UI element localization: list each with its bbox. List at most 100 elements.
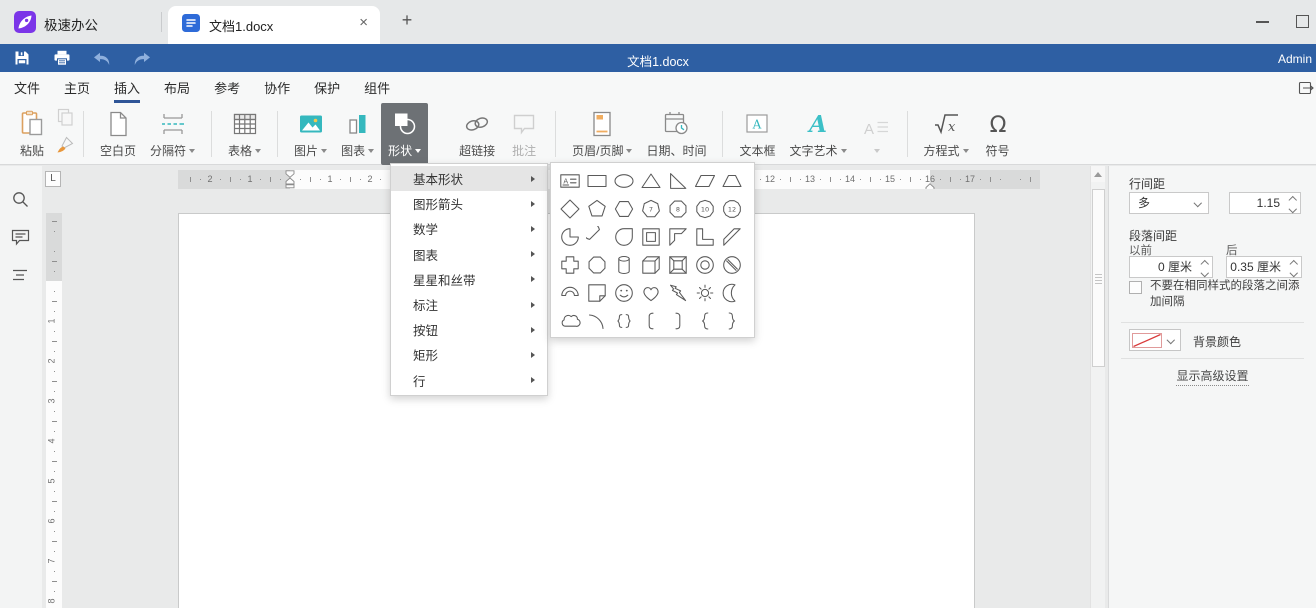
shape-rectangle[interactable] [583,167,610,195]
new-tab-button[interactable]: + [396,10,418,32]
outline-panel-icon[interactable] [11,269,29,287]
menu-item-graphic-arrows[interactable]: 图形箭头 [391,191,547,216]
shape-isosceles-triangle[interactable] [637,167,664,195]
shape-heart[interactable] [637,279,664,307]
shape-octagon[interactable] [583,251,610,279]
menu-item-buttons[interactable]: 按钮 [391,317,547,342]
menu-item-basic-shapes[interactable]: 基本形状 [391,166,547,191]
minimize-button[interactable] [1256,21,1269,23]
format-painter-icon[interactable] [56,136,74,159]
page-break-button[interactable]: 分隔符 [143,103,202,165]
shape-diamond[interactable] [556,195,583,223]
shape-ellipse[interactable] [610,167,637,195]
shape-chord[interactable] [583,223,610,251]
indent-markers[interactable] [285,170,295,189]
app-logo-icon[interactable] [14,11,36,33]
shape-sun[interactable] [691,279,718,307]
shape-hexagon[interactable] [610,195,637,223]
spacing-after-stepper[interactable]: 0.35 厘米 [1226,256,1302,278]
menu-item-stars-and-ribbons[interactable]: 星星和丝带 [391,267,547,292]
shape-donut[interactable] [691,251,718,279]
picture-button[interactable]: 图片 [287,103,334,165]
table-button[interactable]: 表格 [221,103,268,165]
shape-right-brace[interactable] [718,307,745,335]
menu-item-rectangles[interactable]: 矩形 [391,342,547,367]
line-spacing-stepper[interactable]: 1.15 [1229,192,1301,214]
shape-lightning-bolt[interactable] [664,279,691,307]
menu-tab-layout[interactable]: 布局 [164,72,190,103]
shape-cross[interactable] [556,251,583,279]
shape-pentagon[interactable] [583,195,610,223]
shape-no-symbol[interactable] [718,251,745,279]
menu-item-lines[interactable]: 行 [391,368,547,393]
shape-can[interactable] [610,251,637,279]
line-spacing-select[interactable]: 多 [1129,192,1209,214]
user-name[interactable]: Admin [1278,52,1312,66]
hyperlink-button[interactable]: 超链接 [452,103,502,165]
maximize-button[interactable] [1296,15,1309,28]
blank-page-button[interactable]: 空白页 [93,103,143,165]
copy-icon[interactable] [57,108,74,131]
shape-pie[interactable] [556,223,583,251]
shape-folded-corner[interactable] [583,279,610,307]
spinner-arrows-icon[interactable] [1202,261,1208,275]
same-style-spacing-checkbox[interactable] [1129,281,1142,294]
comments-panel-icon[interactable] [11,229,30,251]
menu-tab-insert[interactable]: 插入 [114,72,140,103]
menu-item-charts[interactable]: 图表 [391,242,547,267]
menu-item-callouts[interactable]: 标注 [391,292,547,317]
menu-item-math[interactable]: 数学 [391,216,547,241]
shape-right-triangle[interactable] [664,167,691,195]
header-footer-button[interactable]: 页眉/页脚 [565,103,639,165]
shape-diagonal-stripe[interactable] [718,223,745,251]
menu-tab-protect[interactable]: 保护 [314,72,340,103]
document-tab[interactable]: 文档1.docx × [168,6,380,44]
shape-trapezoid[interactable] [718,167,745,195]
vertical-ruler[interactable]: 12345678 [46,213,62,608]
search-icon[interactable] [11,190,30,214]
advanced-settings-link[interactable]: 显示高级设置 [1109,367,1316,384]
shape-half-frame[interactable] [664,223,691,251]
spinner-arrows-icon[interactable] [1290,197,1296,211]
vertical-scrollbar[interactable] [1090,166,1105,608]
shapes-button[interactable]: 形状 [381,103,428,165]
tab-close-icon[interactable]: × [359,14,368,31]
text-box-button[interactable]: A 文本框 [732,103,782,165]
shape-cube[interactable] [637,251,664,279]
equation-button[interactable]: x 方程式 [917,103,976,165]
right-indent-marker[interactable] [925,179,935,189]
shape-l-shape[interactable] [691,223,718,251]
shape-bevel[interactable] [664,251,691,279]
scroll-up-button[interactable] [1091,166,1105,182]
shape-octagon-numbered[interactable]: 8 [664,195,691,223]
spacing-before-stepper[interactable]: 0 厘米 [1129,256,1213,278]
shape-teardrop[interactable] [610,223,637,251]
menu-tab-references[interactable]: 参考 [214,72,240,103]
shape-moon[interactable] [718,279,745,307]
shape-heptagon[interactable]: 7 [637,195,664,223]
scrollbar-thumb[interactable] [1092,189,1105,367]
shape-dodecagon[interactable]: 12 [718,195,745,223]
shape-right-bracket[interactable] [664,307,691,335]
chart-button[interactable]: 图表 [334,103,381,165]
shape-double-bracket[interactable] [610,307,637,335]
word-art-button[interactable]: A 文字艺术 [782,103,853,165]
shape-frame[interactable] [637,223,664,251]
symbol-button[interactable]: Ω 符号 [976,103,1020,165]
shape-decagon[interactable]: 10 [691,195,718,223]
background-color-picker[interactable] [1129,329,1181,351]
menu-tab-file[interactable]: 文件 [14,72,40,103]
date-time-button[interactable]: 日期、时间 [639,103,713,165]
spinner-arrows-icon[interactable] [1291,261,1297,275]
menu-tab-collaborate[interactable]: 协作 [264,72,290,103]
shape-arc[interactable] [583,307,610,335]
shape-smiley-face[interactable] [610,279,637,307]
shape-left-brace[interactable] [691,307,718,335]
paste-button[interactable]: 粘贴 [10,103,54,165]
menu-tab-home[interactable]: 主页 [64,72,90,103]
shape-cloud[interactable] [556,307,583,335]
tab-stop-selector[interactable]: L [45,171,61,187]
shape-block-arc[interactable] [556,279,583,307]
shape-parallelogram[interactable] [691,167,718,195]
menu-tab-components[interactable]: 组件 [364,72,390,103]
